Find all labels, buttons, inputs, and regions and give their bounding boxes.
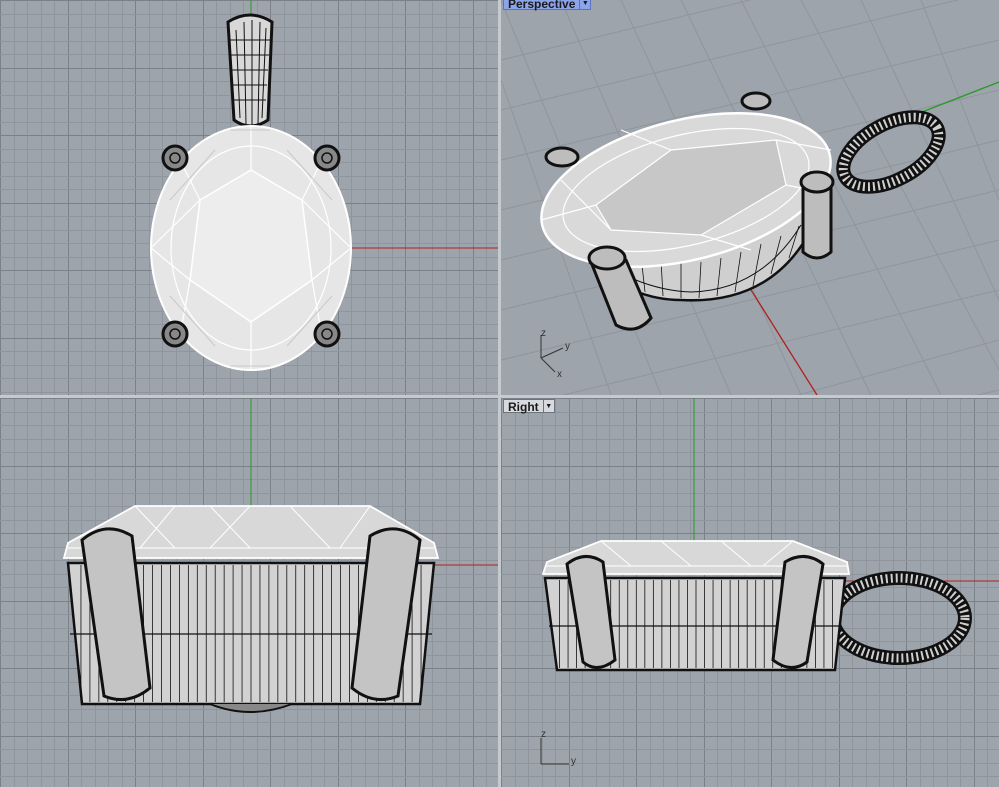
caret-down-icon[interactable]: ▼ [579,0,592,10]
perspective-viewport-canvas[interactable]: z y x [501,0,999,395]
viewport-title-perspective[interactable]: Perspective [503,0,580,11]
top-viewport[interactable] [0,0,498,395]
perspective-viewport[interactable]: z y x Perspective ▼ [501,0,999,395]
axis-z-label: z [541,729,546,740]
axis-y-label: y [565,341,570,352]
viewport-splitter-vertical[interactable] [498,0,501,787]
right-viewport[interactable]: z y Right ▼ [501,398,999,787]
front-viewport-canvas[interactable] [0,398,498,787]
front-viewport[interactable] [0,398,498,787]
tab-right-viewport[interactable]: Right ▼ [503,399,555,414]
viewport-title-right[interactable]: Right [503,399,543,414]
axis-x-label: x [557,369,562,380]
bail-model[interactable] [832,103,950,201]
tab-perspective-viewport[interactable]: Perspective ▼ [503,0,592,11]
viewport-layout: z y x Perspective ▼ z y Right ▼ [0,0,999,787]
bail-model[interactable] [226,13,274,128]
top-viewport-canvas[interactable] [0,0,498,395]
right-viewport-canvas[interactable]: z y [501,398,999,787]
axis-z-label: z [541,328,546,339]
viewport-splitter-horizontal[interactable] [0,395,999,398]
caret-down-icon[interactable]: ▼ [542,399,555,413]
axis-gizmo: z y x [540,328,570,380]
axis-y-label: y [571,756,576,767]
oval-gem-model[interactable] [525,86,846,293]
axis-gizmo: z y [540,729,576,767]
